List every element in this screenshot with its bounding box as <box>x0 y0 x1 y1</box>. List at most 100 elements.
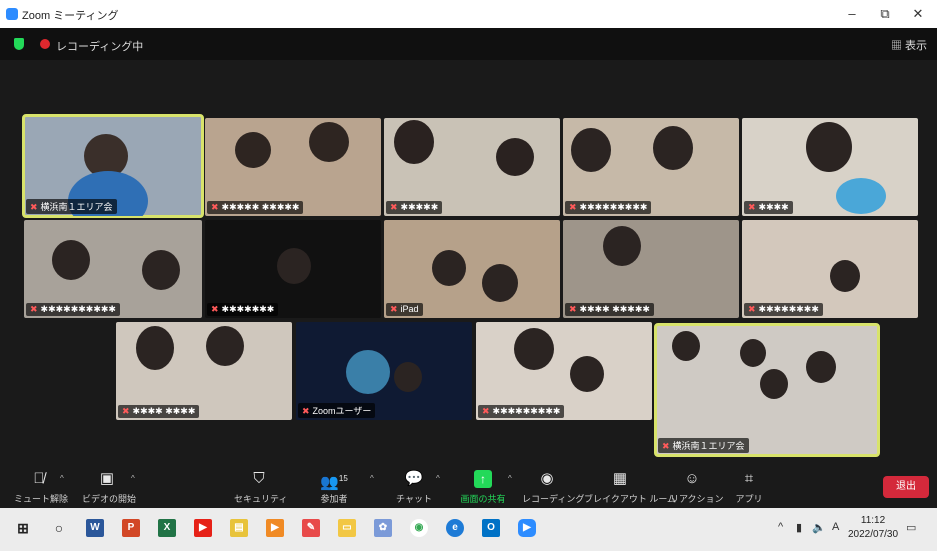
video-tile[interactable]: ✖ 横浜南１エリア会 <box>22 114 204 218</box>
participant-avatar <box>142 250 180 290</box>
participant-avatar <box>136 326 174 370</box>
photos-app-icon[interactable]: ▤ <box>230 519 248 537</box>
mic-muted-icon: ✖ <box>211 304 219 314</box>
participant-avatar <box>571 128 611 172</box>
windows-start-icon[interactable]: ⊞ <box>14 519 32 537</box>
video-tile[interactable]: ✖ ✱✱✱✱✱✱✱✱ <box>742 220 918 318</box>
security-shield-icon: ⛉ <box>253 470 265 487</box>
word-icon[interactable]: W <box>86 519 104 537</box>
mic-off-icon: 🎙̸ <box>33 470 45 487</box>
record-icon: ◉ <box>540 470 554 487</box>
mic-muted-icon: ✖ <box>211 202 219 212</box>
zoom-app-icon <box>6 8 18 20</box>
apps-icon: ⌗ <box>744 470 754 487</box>
paint-app-icon[interactable]: ✎ <box>302 519 320 537</box>
volume-icon[interactable]: 🔈 <box>812 521 826 534</box>
apps-button[interactable]: ⌗ アプリ <box>734 470 764 505</box>
participant-avatar <box>806 122 852 172</box>
participant-name: ✖ ✱✱✱✱✱✱✱✱ <box>744 303 823 316</box>
participant-avatar <box>309 122 349 162</box>
participant-name: ✖ ✱✱✱✱✱✱✱✱✱ <box>478 405 565 418</box>
close-button[interactable]: ✕ <box>903 4 933 24</box>
system-clock[interactable]: 11:12 2022/07/30 <box>848 514 898 542</box>
share-caret-icon[interactable]: ^ <box>508 474 512 483</box>
mic-muted-icon: ✖ <box>569 304 577 314</box>
slime-ball <box>346 350 390 394</box>
participant-name: ✖ iPad <box>386 303 423 316</box>
participant-avatar <box>496 138 534 176</box>
media-app-icon[interactable]: ▶ <box>266 519 284 537</box>
participant-name: ✖ ✱✱✱✱✱✱✱✱✱✱ <box>26 303 120 316</box>
share-screen-icon: ↑ <box>474 470 492 488</box>
video-tile[interactable]: ✖ ✱✱✱✱✱ ✱✱✱✱✱ <box>205 118 381 216</box>
maximize-button[interactable]: ⧉ <box>870 4 900 24</box>
encryption-shield-icon[interactable] <box>14 38 24 50</box>
video-tile[interactable]: ✖ ✱✱✱✱✱ <box>384 118 560 216</box>
chat-icon: 💬 <box>404 470 424 487</box>
participants-button[interactable]: 👥15 参加者 <box>312 470 356 505</box>
participant-name: ✖ ✱✱✱✱✱✱✱ <box>207 303 279 316</box>
search-icon[interactable]: ○ <box>50 519 68 537</box>
participant-avatar <box>394 362 422 392</box>
video-tile[interactable]: ✖ ✱✱✱✱ <box>742 118 918 216</box>
participants-caret-icon[interactable]: ^ <box>370 474 374 483</box>
mic-muted-icon: ✖ <box>482 406 490 416</box>
outlook-icon[interactable]: O <box>482 519 500 537</box>
excel-icon[interactable]: X <box>158 519 176 537</box>
video-tile[interactable]: ✖ iPad <box>384 220 560 318</box>
video-tile[interactable]: ✖ Zoomユーザー <box>296 322 472 420</box>
start-video-button[interactable]: ▣ ビデオの開始 <box>82 470 136 505</box>
reactions-button[interactable]: ☺ リアクション <box>670 470 724 505</box>
security-button[interactable]: ⛉ セキュリティ <box>234 470 287 505</box>
record-button[interactable]: ◉ レコーディング <box>522 470 584 505</box>
participant-avatar <box>235 132 271 168</box>
audio-options-caret-icon[interactable]: ^ <box>60 474 64 483</box>
share-screen-button[interactable]: ↑ 画面の共有 <box>458 470 508 505</box>
mic-muted-icon: ✖ <box>390 304 398 314</box>
video-off-icon: ▣ <box>99 470 115 487</box>
minimize-button[interactable]: – <box>837 4 867 24</box>
chat-caret-icon[interactable]: ^ <box>436 474 440 483</box>
mic-muted-icon: ✖ <box>748 202 756 212</box>
window-title: Zoom ミーティング <box>22 10 119 22</box>
powerpoint-icon[interactable]: P <box>122 519 140 537</box>
usb-icon[interactable]: ▮ <box>796 521 802 534</box>
video-options-caret-icon[interactable]: ^ <box>131 474 135 483</box>
notifications-icon[interactable]: ▭ <box>906 521 916 534</box>
video-tile[interactable]: ✖ ✱✱✱✱✱✱✱✱✱ <box>476 322 652 420</box>
edge-icon[interactable]: e <box>446 519 464 537</box>
chat-button[interactable]: 💬 チャット <box>394 470 434 505</box>
mic-muted-icon: ✖ <box>569 202 577 212</box>
video-tile[interactable]: ✖ ✱✱✱✱✱✱✱✱✱ <box>563 118 739 216</box>
mic-muted-icon: ✖ <box>390 202 398 212</box>
participant-avatar <box>806 351 836 383</box>
mic-muted-icon: ✖ <box>30 202 38 212</box>
participant-avatar <box>740 339 766 367</box>
clock-time: 11:12 <box>860 515 886 526</box>
video-tile[interactable]: ✖ ✱✱✱✱✱✱✱ <box>205 220 381 318</box>
youtube-icon[interactable]: ▶ <box>194 519 212 537</box>
participant-name: ✖ ✱✱✱✱ ✱✱✱✱✱ <box>565 303 654 316</box>
chrome-icon[interactable]: ◉ <box>410 519 428 537</box>
breakout-rooms-icon: ▦ <box>612 470 628 487</box>
leave-button[interactable]: 退出 <box>883 476 929 498</box>
view-button[interactable]: ▦ 表示 <box>891 37 927 53</box>
slime-ball <box>836 178 886 214</box>
tray-chevron-icon[interactable]: ^ <box>778 521 783 533</box>
video-tile[interactable]: ✖ ✱✱✱✱ ✱✱✱✱ <box>116 322 292 420</box>
participant-avatar <box>482 264 518 302</box>
zoom-taskbar-icon[interactable]: ▶ <box>518 519 536 537</box>
mic-muted-icon: ✖ <box>30 304 38 314</box>
mute-button[interactable]: 🎙̸ ミュート解除 <box>14 470 68 505</box>
breakout-rooms-button[interactable]: ▦ ブレイクアウト ルーム <box>584 470 676 505</box>
file-explorer-icon[interactable]: ▭ <box>338 519 356 537</box>
video-tile[interactable]: ✖ 横浜南１エリア会 <box>654 323 880 457</box>
participant-avatar <box>570 356 604 392</box>
ime-indicator[interactable]: A <box>832 521 839 533</box>
participants-count: 15 <box>338 474 348 483</box>
video-tile[interactable]: ✖ ✱✱✱✱ ✱✱✱✱✱ <box>563 220 739 318</box>
paint-palette-icon[interactable]: ✿ <box>374 519 392 537</box>
mic-muted-icon: ✖ <box>302 406 310 416</box>
participant-avatar <box>603 226 641 266</box>
video-tile[interactable]: ✖ ✱✱✱✱✱✱✱✱✱✱ <box>24 220 202 318</box>
